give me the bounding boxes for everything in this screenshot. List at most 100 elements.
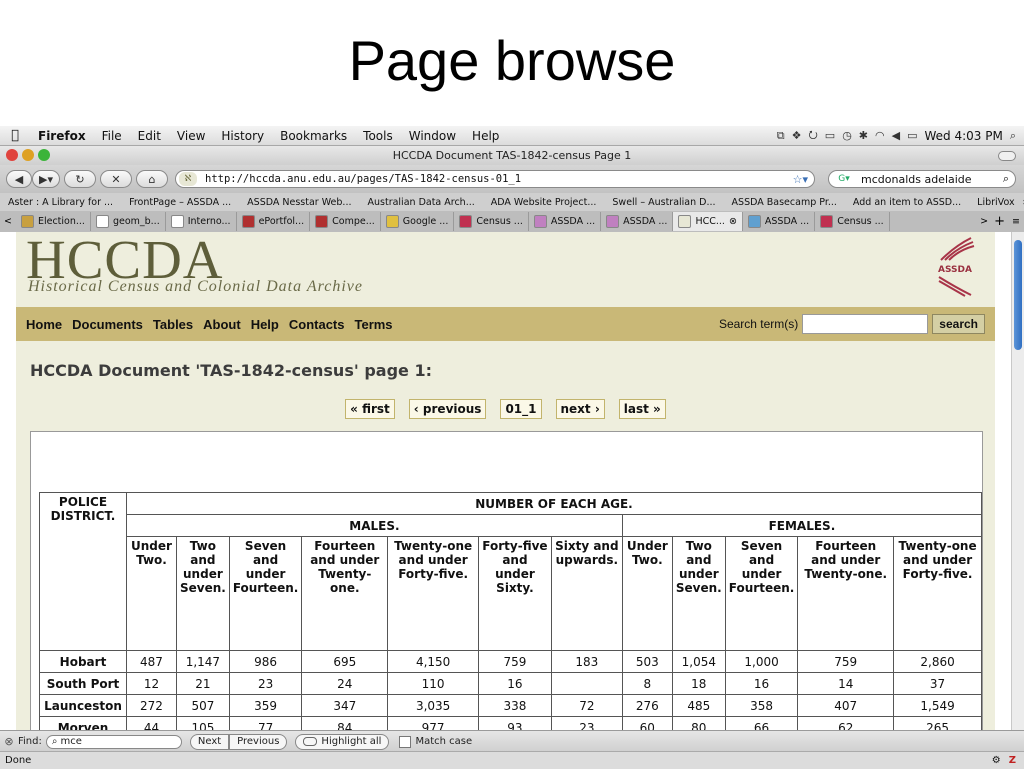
bookmark-item[interactable]: Swell – Australian D...	[604, 197, 723, 208]
site-search-button[interactable]: search	[932, 314, 985, 334]
bookmark-item[interactable]: ADA Website Project...	[483, 197, 605, 208]
nav-about[interactable]: About	[193, 317, 241, 332]
scrollbar-thumb[interactable]	[1014, 240, 1022, 350]
nav-home[interactable]: Home	[16, 317, 62, 332]
google-icon[interactable]: G▾	[831, 172, 857, 186]
menu-edit[interactable]: Edit	[130, 129, 169, 143]
nav-help[interactable]: Help	[241, 317, 279, 332]
reload-button[interactable]: ↻	[64, 170, 96, 188]
assda-logo[interactable]: ASSDA	[923, 236, 987, 300]
bookmark-star-icon[interactable]: ☆▾	[793, 173, 808, 186]
browser-tab[interactable]: ASSDA ...	[601, 212, 674, 231]
vertical-scrollbar[interactable]	[1011, 232, 1024, 730]
volume-icon[interactable]: ◀	[892, 129, 900, 142]
tab-strip: Election... geom_b... Interno... ePortfol..…	[16, 212, 890, 231]
spotlight-icon[interactable]: ⌕	[1010, 129, 1016, 143]
time-machine-icon[interactable]: ◷	[842, 129, 852, 142]
search-icon[interactable]: ⌕	[1003, 172, 1009, 186]
value-cell: 72	[550, 694, 623, 717]
browser-tab[interactable]: Census ...	[454, 212, 529, 231]
back-button[interactable]: ◀	[6, 170, 32, 188]
browser-tab[interactable]: Interno...	[166, 212, 237, 231]
browser-tab[interactable]: HCC... ⊗	[673, 212, 743, 231]
display-icon[interactable]: ▭	[825, 129, 835, 142]
addon-gear-icon[interactable]: ⚙	[992, 755, 1001, 766]
close-tab-icon[interactable]: ⊗	[729, 216, 737, 227]
bookmark-item[interactable]: ASSDA Basecamp Pr...	[724, 197, 845, 208]
tab-scroll-right-icon[interactable]: >	[977, 216, 991, 227]
bookmark-item[interactable]: ASSDA Nesstar Web...	[239, 197, 359, 208]
nav-documents[interactable]: Documents	[62, 317, 143, 332]
highlight-all-button[interactable]: Highlight all	[295, 733, 390, 750]
apple-icon[interactable]: 	[0, 128, 30, 143]
slide-title: Page browse	[348, 29, 676, 92]
pager-last-button[interactable]: last »	[618, 399, 666, 419]
stop-button[interactable]: ✕	[100, 170, 132, 188]
dropbox-icon[interactable]: ❖	[792, 129, 802, 142]
wifi-icon[interactable]: ◠	[875, 129, 885, 142]
browser-tab[interactable]: Election...	[16, 212, 91, 231]
bookmark-item[interactable]: LibriVox	[969, 197, 1022, 208]
bluetooth-icon[interactable]: ✱	[859, 129, 868, 142]
new-tab-button[interactable]: +	[991, 214, 1008, 229]
home-button[interactable]: ⌂	[136, 170, 168, 188]
menubar-clock[interactable]: Wed 4:03 PM	[925, 129, 1003, 143]
browser-tab[interactable]: ASSDA ...	[529, 212, 602, 231]
menu-history[interactable]: History	[213, 129, 272, 143]
tab-label: Interno...	[187, 216, 231, 227]
assda-swoosh-lower-icon	[938, 276, 972, 297]
menu-app[interactable]: Firefox	[30, 129, 94, 143]
bookmark-item[interactable]: Aster : A Library for ...	[0, 197, 121, 208]
pager-next-button[interactable]: next ›	[555, 399, 605, 419]
pager-first-button[interactable]: « first	[345, 399, 395, 419]
menu-view[interactable]: View	[169, 129, 213, 143]
close-window-button[interactable]	[6, 149, 18, 161]
zotero-icon[interactable]: Z	[1009, 755, 1016, 766]
find-previous-button[interactable]: Previous	[229, 733, 288, 750]
browser-tab[interactable]: ePortfol...	[237, 212, 311, 231]
tab-label: Census ...	[476, 216, 523, 227]
browser-tab[interactable]: Compe...	[310, 212, 381, 231]
nav-contacts[interactable]: Contacts	[279, 317, 345, 332]
male-age-column-header: Forty-five and under Sixty.	[478, 536, 552, 651]
match-case-checkbox[interactable]	[399, 735, 412, 748]
find-input[interactable]: ⌕ mce	[45, 734, 182, 749]
menu-tools[interactable]: Tools	[355, 129, 401, 143]
menu-help[interactable]: Help	[464, 129, 507, 143]
value-cell: 37	[893, 672, 982, 695]
battery-icon[interactable]: ▭	[907, 129, 917, 142]
bookmark-item[interactable]: Add an item to ASSD...	[845, 197, 969, 208]
close-find-icon[interactable]: ⊗	[0, 735, 18, 748]
bookmark-item[interactable]: FrontPage – ASSDA ...	[121, 197, 239, 208]
site-search-input[interactable]	[802, 314, 929, 334]
value-cell: 183	[550, 650, 623, 673]
menu-window[interactable]: Window	[401, 129, 464, 143]
tab-scroll-left-icon[interactable]: <	[0, 216, 16, 227]
pager-current-page[interactable]: 01_1	[500, 399, 542, 419]
url-text[interactable]: http://hccda.anu.edu.au/pages/TAS-1842-c…	[205, 173, 521, 185]
browser-tab[interactable]: Census ...	[815, 212, 890, 231]
search-bar-text[interactable]: mcdonalds adelaide	[861, 173, 972, 186]
find-input-text[interactable]: mce	[60, 736, 81, 747]
forward-button[interactable]: ▶▾	[32, 170, 60, 188]
menu-bookmarks[interactable]: Bookmarks	[272, 129, 355, 143]
nav-tables[interactable]: Tables	[143, 317, 193, 332]
browser-tab[interactable]: Google ...	[381, 212, 455, 231]
minimize-window-button[interactable]	[22, 149, 34, 161]
screen-icon[interactable]: ⧉	[777, 129, 785, 143]
sync-icon[interactable]: ⭮	[809, 126, 818, 145]
tab-list-icon[interactable]: ≡	[1008, 216, 1024, 227]
female-age-column-header: Fourteen and under Twenty-one.	[797, 536, 895, 651]
browser-tab[interactable]: geom_b...	[91, 212, 166, 231]
value-cell: 759	[478, 650, 552, 673]
zoom-window-button[interactable]	[38, 149, 50, 161]
nav-terms[interactable]: Terms	[344, 317, 392, 332]
toolbar-toggle-button[interactable]	[998, 151, 1016, 161]
find-next-button[interactable]: Next	[189, 733, 230, 750]
menu-file[interactable]: File	[94, 129, 130, 143]
url-bar[interactable]: ℵ http://hccda.anu.edu.au/pages/TAS-1842…	[175, 170, 815, 188]
bookmark-item[interactable]: Australian Data Arch...	[360, 197, 483, 208]
browser-tab[interactable]: ASSDA ...	[743, 212, 816, 231]
pager-previous-button[interactable]: ‹ previous	[408, 399, 487, 419]
search-bar[interactable]: G▾ mcdonalds adelaide ⌕	[828, 170, 1016, 188]
